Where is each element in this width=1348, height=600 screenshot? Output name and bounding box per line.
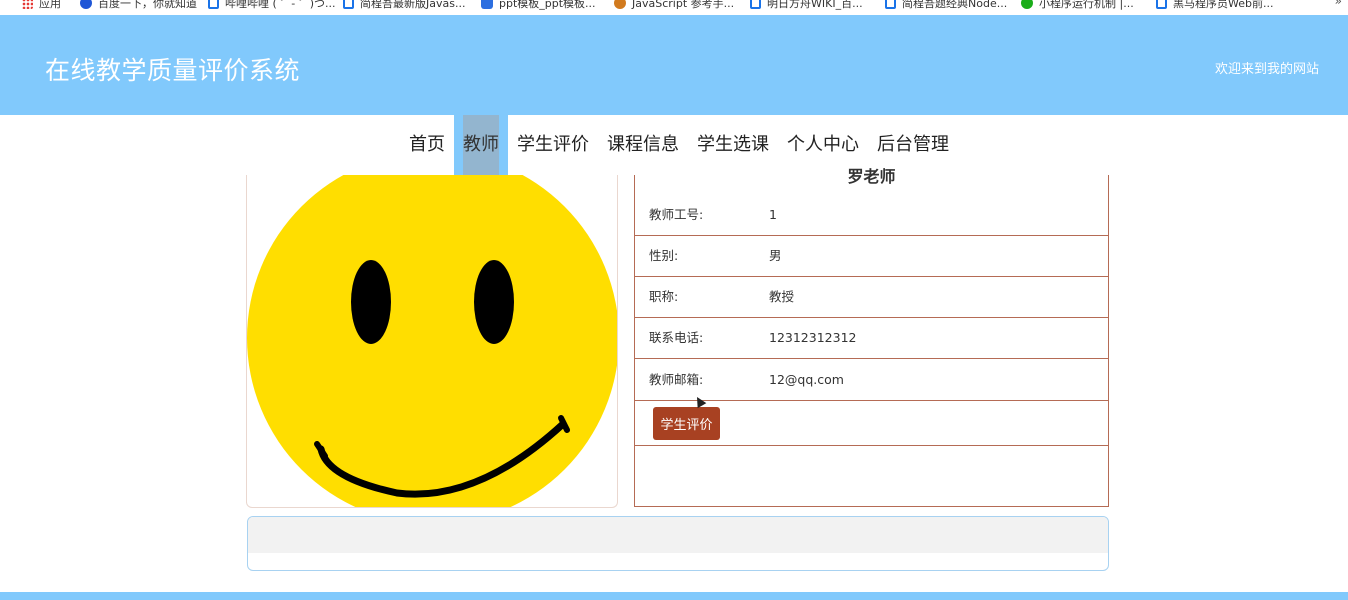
info-row-email: 教师邮箱: 12@qq.com [635,360,1108,401]
teacher-id-value: 1 [769,207,777,222]
bookmarks-more-button[interactable]: » [1335,0,1342,8]
detail-panel [247,516,1109,571]
info-row-title: 职称: 教授 [635,277,1108,318]
page: 应用 百度一下，你就知道 哔哩哔哩 ( ゜- ゜)つ... 简程吾最新版Java… [0,0,1348,600]
title-label: 职称: [649,289,679,304]
smiley-left-eye [351,260,391,344]
info-row-gender: 性别: 男 [635,236,1108,277]
ppt-icon [481,0,493,9]
site-title: 在线教学质量评价系统 [45,56,301,85]
info-row-actions: 学生评价 [635,401,1108,446]
nav-item-teacher[interactable]: 教师 [454,115,508,175]
js-icon [614,0,626,9]
bookmark-apps[interactable]: 应用 [22,0,61,12]
bookmark-js-reference[interactable]: JavaScript 参考手... [614,0,734,12]
bookmark-heima[interactable]: 黑马程序员Web前... [1156,0,1273,12]
bookmark-icon [208,0,219,9]
bookmark-node[interactable]: 简程吾题经典Node... [885,0,1007,12]
email-label: 教师邮箱: [649,372,704,387]
teacher-name: 罗老师 [847,167,896,186]
bookmarks-bar: 应用 百度一下，你就知道 哔哩哔哩 ( ゜- ゜)つ... 简程吾最新版Java… [0,0,1348,15]
phone-label: 联系电话: [649,330,704,345]
nav-item-home[interactable]: 首页 [400,115,454,175]
gender-label: 性别: [649,248,679,263]
smiley-face-image [247,175,617,507]
bookmark-icon [1156,0,1167,9]
chat-icon [1021,0,1033,9]
email-value: 12@qq.com [769,372,844,387]
teacher-id-label: 教师工号: [649,207,704,222]
bookmark-ppt[interactable]: ppt模板_ppt模板... [481,0,596,12]
bookmark-miniprogram[interactable]: 小程序运行机制 |... [1021,0,1134,12]
teacher-photo-card [246,175,618,508]
site-header: 在线教学质量评价系统 欢迎来到我的网站 [0,15,1348,115]
smiley-right-eye [474,260,514,344]
nav-item-admin[interactable]: 后台管理 [868,115,958,175]
smiley-face-circle [247,175,617,507]
info-row-teacher-id: 教师工号: 1 [635,195,1108,236]
bookmark-icon [885,0,896,9]
info-row-phone: 联系电话: 12312312312 [635,318,1108,359]
bookmark-baidu[interactable]: 百度一下，你就知道 [80,0,197,12]
paw-icon [80,0,92,9]
main-nav: 首页 教师 学生评价 课程信息 学生选课 个人中心 后台管理 [0,115,1348,175]
nav-list: 首页 教师 学生评价 课程信息 学生选课 个人中心 后台管理 [400,115,958,175]
apps-icon [22,0,33,9]
title-value: 教授 [769,289,795,304]
teacher-info-table: 罗老师 教师工号: 1 性别: 男 职称: 教授 联系电话: 123123123… [634,167,1109,507]
nav-item-course-info[interactable]: 课程信息 [598,115,688,175]
welcome-text: 欢迎来到我的网站 [1214,62,1319,77]
bookmark-javascript-course[interactable]: 简程吾最新版Javas... [343,0,465,12]
bookmark-icon [750,0,761,9]
bookmark-arknights-wiki[interactable]: 明日方舟WIKI_百... [750,0,863,12]
bookmark-bilibili[interactable]: 哔哩哔哩 ( ゜- ゜)つ... [208,0,336,12]
student-evaluation-button[interactable]: 学生评价 [653,407,720,440]
phone-value: 12312312312 [769,330,857,345]
bookmark-icon [343,0,354,9]
detail-panel-header [248,517,1108,553]
nav-item-student-evaluation[interactable]: 学生评价 [508,115,598,175]
site-footer [0,592,1348,600]
gender-value: 男 [769,248,782,263]
nav-item-course-selection[interactable]: 学生选课 [688,115,778,175]
nav-item-personal-center[interactable]: 个人中心 [778,115,868,175]
